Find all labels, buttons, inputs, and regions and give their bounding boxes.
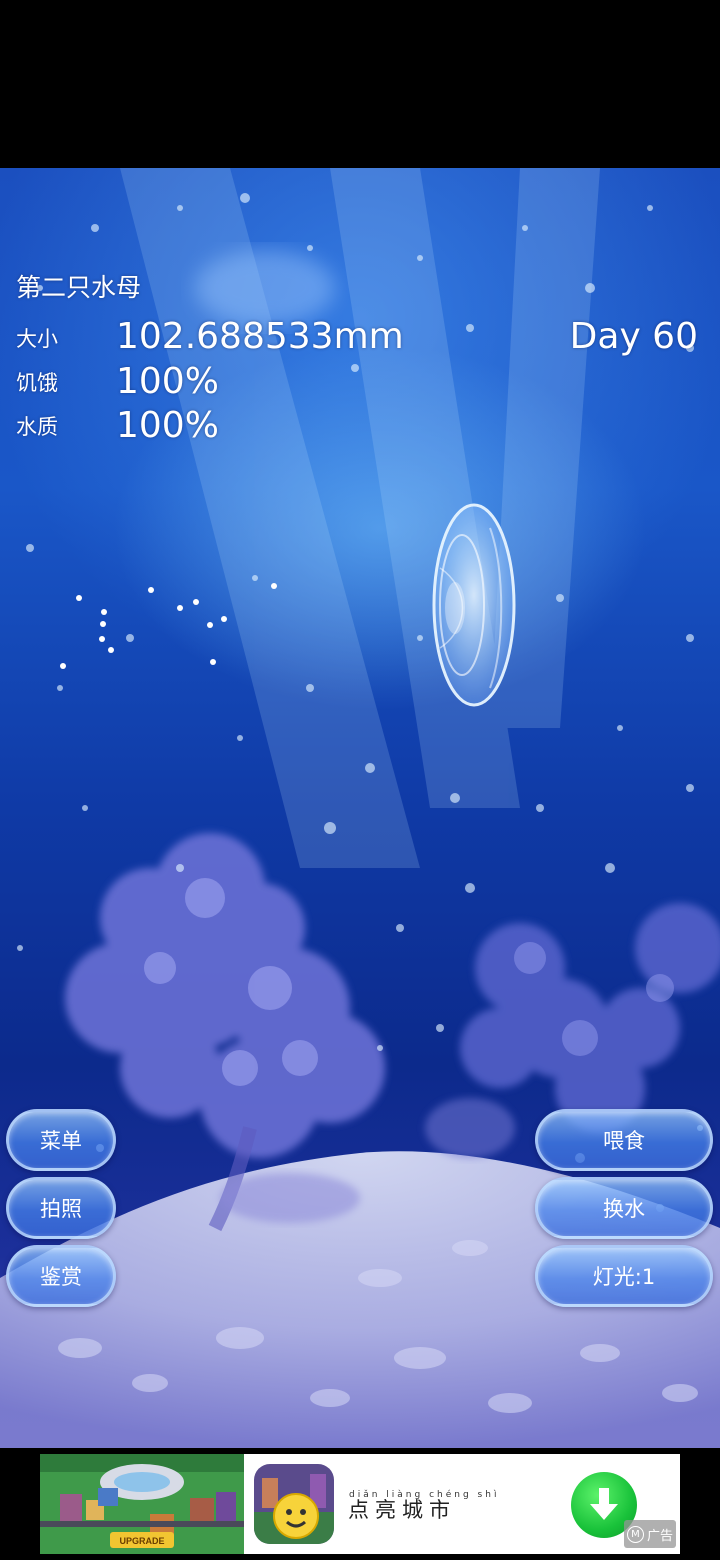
ad-badge: M 广告 [624, 1520, 676, 1548]
photo-button[interactable]: 拍照 [6, 1177, 116, 1239]
hunger-label: 饥饿 [16, 371, 58, 395]
light-rays [120, 168, 600, 868]
appreciate-button[interactable]: 鉴赏 [6, 1245, 116, 1307]
water-quality-label: 水质 [16, 415, 58, 439]
size-label: 大小 [16, 327, 58, 351]
ad-banner[interactable]: UPGRADE diǎn liàng chéng shì 点亮城市 M 广告 [40, 1454, 680, 1554]
size-value: 102.688533mm [116, 316, 404, 357]
light-glow [195, 250, 335, 326]
day-counter: Day 60 [569, 316, 698, 357]
menu-button[interactable]: 菜单 [6, 1109, 116, 1171]
ad-title: 点亮城市 [348, 1498, 456, 1522]
ad-city-image[interactable]: UPGRADE [40, 1454, 244, 1554]
water-quality-value: 100% [116, 405, 219, 446]
light-button[interactable]: 灯光:1 [535, 1245, 713, 1307]
ad-app-icon[interactable] [254, 1464, 334, 1544]
hunger-value: 100% [116, 361, 219, 402]
jellyfish[interactable] [432, 503, 516, 707]
jellyfish-name: 第二只水母 [16, 273, 142, 302]
change-water-button[interactable]: 换水 [535, 1177, 713, 1239]
ad-badge-mark: M [626, 1525, 644, 1543]
ad-badge-text: 广告 [646, 1528, 673, 1544]
top-black-bar [0, 0, 720, 168]
feed-button[interactable]: 喂食 [535, 1109, 713, 1171]
ad-upgrade-label: UPGRADE [119, 1536, 164, 1546]
